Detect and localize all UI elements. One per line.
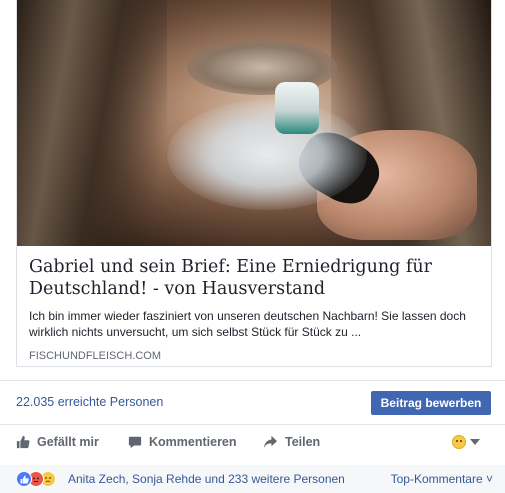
like-icon [16, 471, 32, 487]
share-button[interactable]: Teilen [263, 428, 320, 456]
link-description: Ich bin immer wieder fasziniert von unse… [29, 309, 466, 339]
comment-button[interactable]: Kommentieren [128, 428, 237, 456]
link-preview-body: Gabriel und sein Brief: Eine Erniedrigun… [29, 256, 481, 363]
image-mouthpiece [275, 82, 319, 134]
reach-count[interactable]: 22.035 erreichte Personen [16, 395, 163, 409]
boost-post-button[interactable]: Beitrag bewerben [371, 391, 491, 415]
link-title[interactable]: Gabriel und sein Brief: Eine Erniedrigun… [29, 256, 481, 300]
reaction-icons[interactable] [16, 471, 66, 487]
comment-icon [128, 435, 142, 449]
comment-sort-dropdown[interactable]: Top-Kommentare ˅ [391, 472, 493, 486]
smiley-icon [452, 435, 466, 449]
share-icon [263, 435, 278, 449]
link-preview-image[interactable] [17, 0, 491, 246]
divider [0, 380, 505, 381]
reaction-selector[interactable] [452, 434, 480, 450]
link-domain: FISCHUNDFLEISCH.COM [29, 350, 162, 362]
thumbs-up-icon [16, 435, 30, 449]
comment-label: Kommentieren [149, 435, 237, 449]
divider [0, 424, 505, 425]
action-bar: Gefällt mir Kommentieren Teilen [0, 428, 505, 456]
image-smoke [167, 100, 367, 210]
facebook-post: Gabriel und sein Brief: Eine Erniedrigun… [0, 0, 505, 493]
link-preview-card[interactable]: Gabriel und sein Brief: Eine Erniedrigun… [16, 0, 492, 367]
reactions-row: Anita Zech, Sonja Rehde und 233 weitere … [0, 465, 505, 493]
share-label: Teilen [285, 435, 321, 449]
like-button[interactable]: Gefällt mir [16, 428, 99, 456]
like-label: Gefällt mir [37, 435, 99, 449]
image-hair-left [17, 0, 167, 246]
chevron-down-icon [470, 439, 480, 445]
reactions-summary[interactable]: Anita Zech, Sonja Rehde und 233 weitere … [68, 472, 345, 486]
